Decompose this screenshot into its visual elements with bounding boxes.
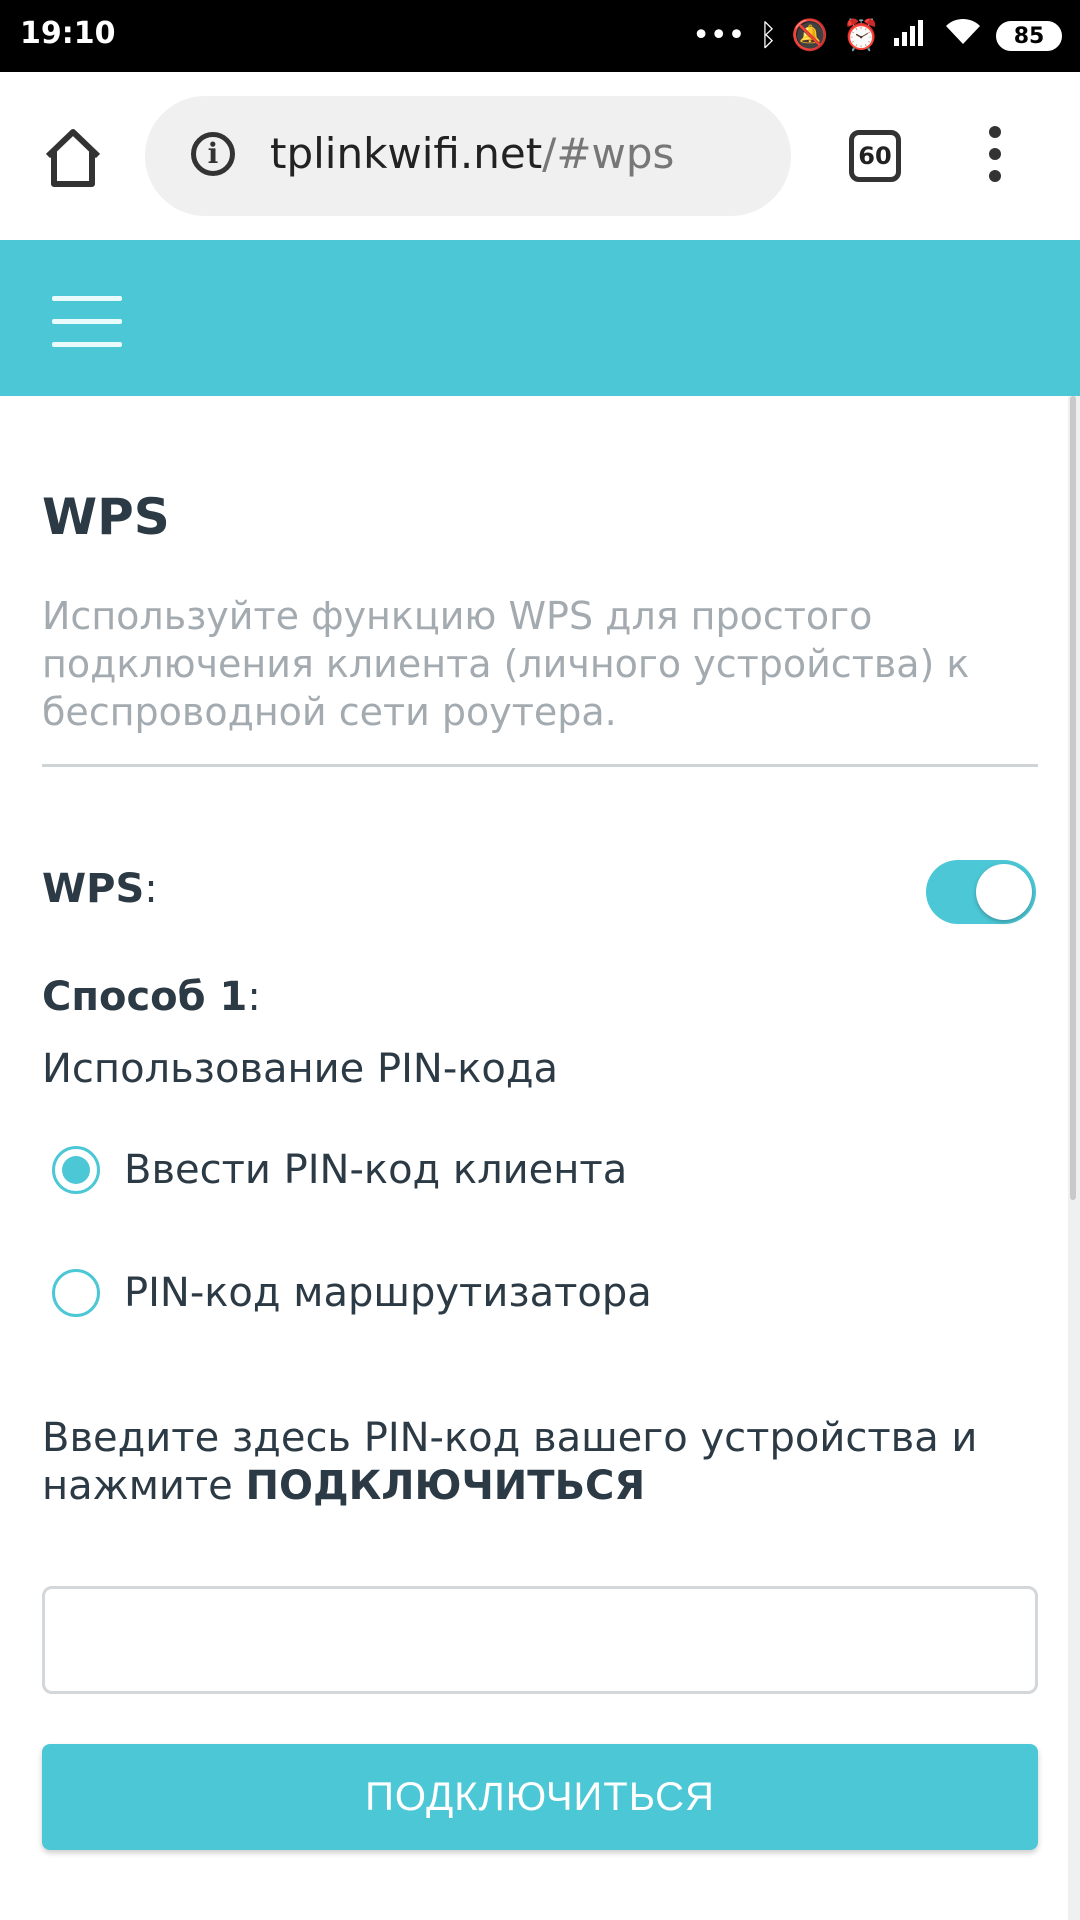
alarm-icon: ⏰ [842, 18, 880, 53]
scrollbar[interactable] [1070, 396, 1076, 1200]
dot-icon [989, 170, 1001, 182]
url-path: /#wps [542, 129, 675, 178]
method-label-text: Способ 1 [42, 974, 248, 1020]
radio-label: PIN-код маршрутизатора [124, 1270, 652, 1316]
browser-toolbar: i tplinkwifi.net/#wps 60 [0, 72, 1080, 240]
hamburger-menu-icon[interactable] [52, 296, 122, 350]
signal-icon [894, 16, 930, 57]
wps-panel: WPS Используйте функцию WPS для простого… [0, 396, 1068, 1920]
wps-toggle[interactable] [926, 860, 1036, 924]
status-time: 19:10 [20, 16, 116, 51]
pin-input[interactable] [42, 1586, 1038, 1694]
address-bar[interactable]: i tplinkwifi.net/#wps [145, 96, 791, 216]
status-bar: 19:10 ••• ᛒ 🔕 ⏰ 85 [0, 0, 1080, 72]
battery-indicator: 85 [996, 21, 1062, 51]
instruction-text-bold: ПОДКЛЮЧИТЬСЯ [245, 1463, 646, 1509]
dot-icon [989, 126, 1001, 138]
radio-button[interactable] [52, 1269, 100, 1317]
radio-button-checked[interactable] [52, 1146, 100, 1194]
page-description: Используйте функцию WPS для простого под… [42, 594, 970, 734]
radio-router-pin[interactable]: PIN-код маршрутизатора [52, 1263, 652, 1323]
instruction-text: Введите здесь PIN-код вашего устройства … [42, 1414, 1032, 1510]
bluetooth-icon: ᛒ [759, 18, 778, 53]
more-icon: ••• [692, 18, 746, 53]
method-name: Использование PIN-кода [42, 1046, 559, 1092]
home-button[interactable] [38, 124, 108, 194]
info-icon[interactable]: i [191, 132, 235, 176]
wps-label-text: WPS [42, 866, 145, 912]
page-title: WPS [42, 488, 170, 546]
radio-label: Ввести PIN-код клиента [124, 1147, 628, 1193]
radio-client-pin[interactable]: Ввести PIN-код клиента [52, 1140, 627, 1200]
wps-toggle-label: WPS: [42, 866, 158, 912]
tab-switcher-button[interactable]: 60 [849, 130, 901, 182]
home-icon [45, 129, 101, 187]
url-host: tplinkwifi.net [270, 129, 543, 178]
app-header [0, 240, 1080, 396]
connect-button[interactable]: ПОДКЛЮЧИТЬСЯ [42, 1744, 1038, 1850]
wps-label-colon: : [144, 866, 158, 912]
wifi-icon [944, 16, 982, 57]
mute-icon: 🔕 [791, 18, 829, 53]
toggle-knob [976, 864, 1032, 920]
browser-menu-button[interactable] [985, 126, 1005, 186]
dot-icon [989, 148, 1001, 160]
divider [42, 764, 1038, 767]
method-label-colon: : [247, 974, 261, 1020]
url-text[interactable]: tplinkwifi.net/#wps [270, 129, 674, 178]
status-icons: ••• ᛒ 🔕 ⏰ 85 [692, 14, 1062, 58]
method-label: Способ 1: [42, 974, 261, 1020]
